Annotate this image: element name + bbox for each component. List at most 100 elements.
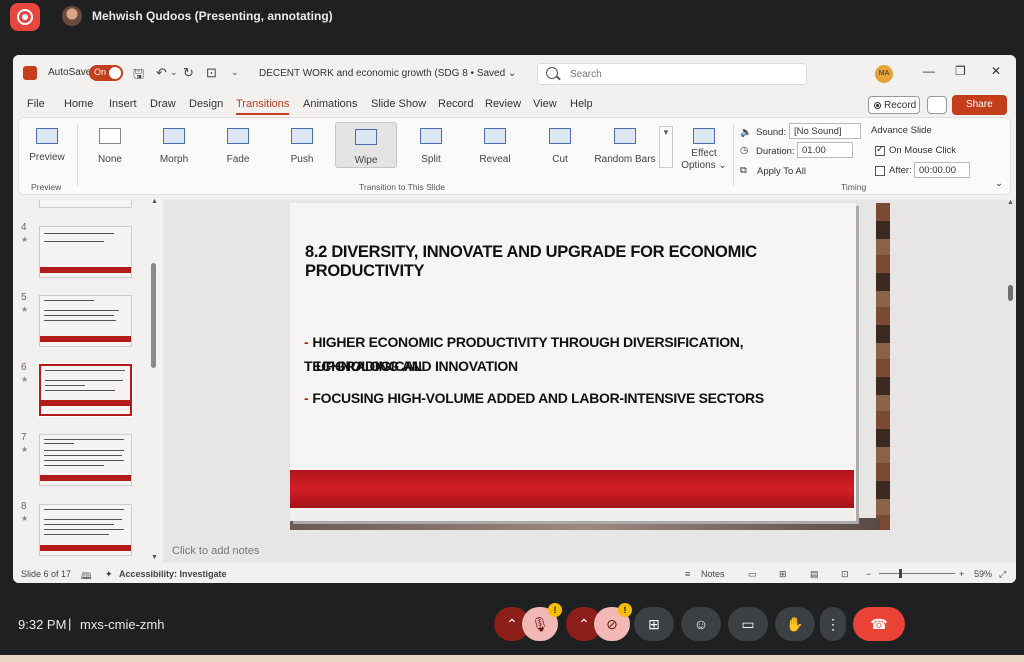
reading-view-icon[interactable]: ▤ [810, 569, 819, 580]
transitions-ribbon: Preview Preview None Morph Fade Push Wip… [18, 117, 1011, 195]
normal-view-icon[interactable]: ▭ [748, 569, 757, 580]
end-call-icon: ☎ [870, 615, 888, 632]
spell-check-icon[interactable]: 🕮 [81, 569, 92, 583]
menu-slide-show[interactable]: Slide Show [371, 98, 426, 110]
comments-button[interactable] [927, 96, 947, 114]
undo-dropdown-icon[interactable]: ⌄ [170, 67, 178, 78]
accessibility-status[interactable]: Accessibility: Investigate [119, 569, 227, 579]
chevron-up-icon: ⌃ [578, 615, 590, 632]
user-avatar[interactable]: MA [875, 65, 893, 83]
wipe-icon [355, 129, 377, 145]
slide-thumbnail[interactable] [39, 226, 132, 278]
zoom-slider[interactable] [879, 573, 955, 574]
slide-number: 7 [21, 432, 27, 443]
customize-toolbar-icon[interactable]: ⌄ [231, 67, 239, 78]
zoom-in-icon[interactable]: + [959, 569, 964, 579]
menu-insert[interactable]: Insert [109, 98, 137, 110]
minimize-icon[interactable]: — [923, 64, 935, 78]
effect-options-label-2: Options ⌄ [681, 160, 727, 171]
zoom-slider-thumb[interactable] [899, 569, 902, 578]
transition-cut[interactable]: Cut [529, 122, 591, 168]
on-mouse-click-checkbox[interactable] [875, 144, 885, 156]
sound-select[interactable]: [No Sound] [789, 123, 861, 139]
menu-view[interactable]: View [533, 98, 557, 110]
captions-button[interactable]: ▭ [728, 607, 768, 641]
record-icon [17, 9, 33, 25]
thumbnail-scrollbar[interactable]: ▲ ▼ [150, 198, 158, 563]
slide-sorter-icon[interactable]: ⊞ [779, 569, 787, 580]
slideshow-view-icon[interactable]: ⊡ [841, 569, 849, 580]
transition-push-label: Push [290, 154, 314, 165]
scroll-up-icon[interactable]: ▲ [1007, 199, 1014, 206]
notes-button[interactable]: Notes [701, 569, 725, 579]
transition-reveal[interactable]: Reveal [464, 122, 526, 168]
leave-call-button[interactable]: ☎ [853, 607, 905, 641]
raise-hand-button[interactable]: ✋ [775, 607, 815, 641]
menu-review[interactable]: Review [485, 98, 521, 110]
preview-button[interactable]: Preview [21, 122, 73, 168]
transition-morph[interactable]: Morph [143, 122, 205, 168]
autosave-toggle[interactable]: On [89, 65, 123, 81]
emoji-reactions-button[interactable]: ☺ [681, 607, 721, 641]
transition-none[interactable]: None [79, 122, 141, 168]
transition-wipe[interactable]: Wipe [335, 122, 397, 168]
present-icon[interactable]: ⊡ [206, 65, 217, 81]
mic-warning-badge: ! [548, 603, 562, 617]
scroll-up-icon[interactable]: ▲ [151, 198, 158, 205]
accessibility-icon[interactable]: ✦ [105, 569, 113, 580]
slide-scroll-thumb[interactable] [1008, 285, 1013, 301]
save-icon[interactable]: 🖫 [133, 65, 144, 87]
menu-home[interactable]: Home [64, 98, 93, 110]
menu-animations[interactable]: Animations [303, 98, 357, 110]
gallery-expand-icon[interactable]: ▾ [659, 126, 673, 168]
slide-scrollbar[interactable]: ▲ [1006, 199, 1016, 563]
transition-fade[interactable]: Fade [207, 122, 269, 168]
fit-to-window-icon[interactable]: ⤢ [999, 569, 1006, 580]
search-box[interactable]: Search [537, 63, 807, 85]
restore-icon[interactable]: ❐ [955, 64, 966, 78]
after-checkbox[interactable] [875, 166, 885, 176]
fade-icon [227, 128, 249, 144]
more-options-button[interactable]: ⋮ [820, 607, 846, 641]
menu-design[interactable]: Design [189, 98, 223, 110]
slide-bullet-2[interactable]: - FOCUSING HIGH-VOLUME ADDED AND LABOR-IN… [304, 386, 764, 410]
current-slide[interactable]: 8.2 DIVERSITY, INNOVATE AND UPGRADE FOR … [290, 203, 856, 521]
duration-stepper[interactable]: 01.00 [797, 142, 853, 158]
transition-push[interactable]: Push [271, 122, 333, 168]
slide-title[interactable]: 8.2 DIVERSITY, INNOVATE AND UPGRADE FOR … [305, 243, 856, 281]
notes-icon[interactable]: ≡ [685, 569, 690, 579]
redo-icon[interactable]: ↻ [183, 65, 194, 81]
menu-help[interactable]: Help [570, 98, 593, 110]
menu-file[interactable]: File [27, 98, 45, 110]
transition-split[interactable]: Split [400, 122, 462, 168]
effect-options-button[interactable]: Effect Options ⌄ [679, 122, 729, 171]
scroll-down-icon[interactable]: ▼ [151, 554, 158, 561]
zoom-level[interactable]: 59% [974, 569, 992, 579]
undo-icon[interactable]: ↶ [156, 65, 167, 81]
slide-thumbnail[interactable] [39, 434, 132, 486]
slide-number: 8 [21, 501, 27, 512]
notes-placeholder[interactable]: Click to add notes [172, 545, 259, 557]
slide-red-band [290, 470, 854, 508]
slide-thumbnail[interactable] [39, 295, 132, 347]
bullet-marker: - [304, 390, 309, 406]
document-title[interactable]: DECENT WORK and economic growth (SDG 8 •… [259, 68, 516, 79]
recording-indicator-button[interactable] [10, 3, 40, 31]
menu-draw[interactable]: Draw [150, 98, 176, 110]
collapse-ribbon-icon[interactable]: ⌄ [995, 178, 1003, 189]
apply-to-all-button[interactable]: Apply To All [757, 166, 806, 177]
slide-thumbnail[interactable] [39, 200, 132, 208]
thumbnail-scroll-thumb[interactable] [151, 263, 156, 368]
after-stepper[interactable]: 00:00.00 [914, 162, 970, 178]
present-screen-button[interactable]: ⊞ [634, 607, 674, 641]
ribbon-divider [77, 124, 78, 186]
slide-thumbnail[interactable] [39, 504, 132, 556]
close-icon[interactable]: ✕ [991, 64, 1001, 78]
transition-random-bars[interactable]: Random Bars [593, 122, 657, 168]
share-button[interactable]: Share [952, 95, 1007, 115]
zoom-out-icon[interactable]: − [866, 569, 871, 579]
record-button[interactable]: Record [868, 96, 920, 114]
slide-thumbnail-selected[interactable] [38, 363, 133, 417]
menu-record[interactable]: Record [438, 98, 473, 110]
menu-transitions[interactable]: Transitions [236, 98, 290, 115]
